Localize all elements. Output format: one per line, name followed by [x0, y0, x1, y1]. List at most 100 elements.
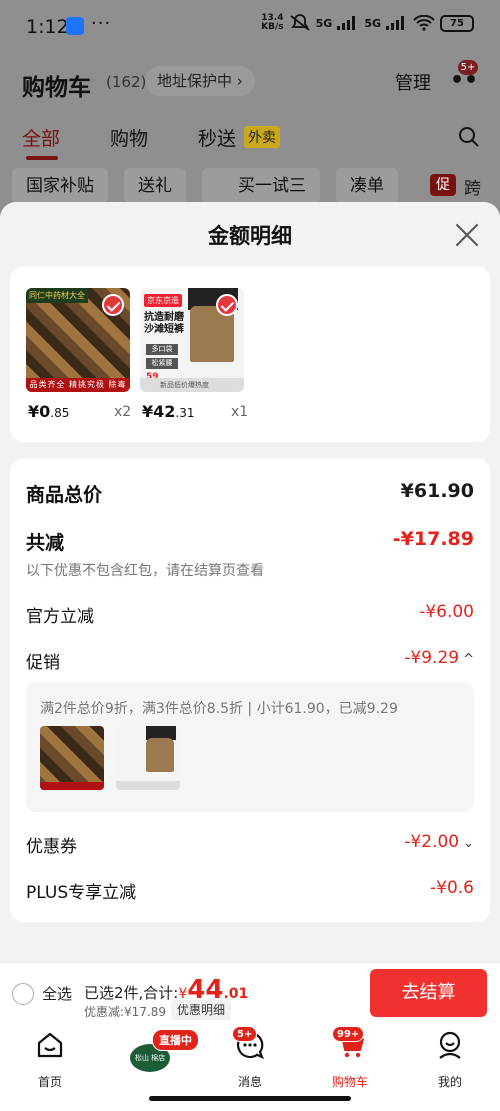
- home-icon: [37, 1032, 63, 1058]
- item-shorts[interactable]: 京东京造 抗造耐磨 沙滩短裤 多口袋 松紧腰 59 新品低价爆热度 ¥42.31…: [140, 288, 248, 421]
- tab-profile[interactable]: 我的: [410, 1030, 490, 1090]
- close-icon[interactable]: [454, 222, 480, 248]
- more-notifications-icon: ···: [91, 13, 112, 34]
- price-breakdown-card: 商品总价 ¥61.90 共减 -¥17.89 以下优惠不包含红包，请在结算页查看…: [10, 458, 490, 922]
- item-price: ¥42.31: [142, 402, 195, 421]
- profile-icon: [439, 1031, 461, 1059]
- item-price-dec: .31: [175, 406, 195, 420]
- chevron-up-icon: ^: [463, 652, 474, 667]
- sheet-title: 金额明细: [208, 224, 292, 248]
- battery-icon: 75: [440, 14, 474, 32]
- promo-item-thumb-herbs: [40, 726, 104, 790]
- selected-items-card: 同仁中药材大全 品类齐全 精挑究极 除毒量超 ¥0.85 x2 京东京造 抗造耐…: [10, 266, 490, 442]
- promo-chip-text[interactable]: 跨: [464, 174, 481, 199]
- coupon-amount: -¥2.00: [404, 832, 460, 852]
- promo-chip-icon: 促: [430, 174, 456, 196]
- net-speed: 13.4 KB/s: [261, 14, 283, 32]
- promo-label: 促销: [26, 653, 60, 673]
- promo-description: 满2件总价9折，满3件总价8.5折 | 小计61.90，已减9.29: [40, 701, 398, 717]
- reduce-label: 共减: [26, 532, 65, 554]
- tab-shopping[interactable]: 购物: [110, 124, 148, 151]
- thumb-footer: 新品低价爆热度: [140, 378, 244, 392]
- thumb-bottom-banner: 品类齐全 精挑究极 除毒量超: [26, 378, 130, 392]
- thumb-tag-1: 多口袋: [146, 344, 178, 355]
- item-price-int: ¥0: [28, 402, 51, 421]
- plus-value: -¥0.6: [430, 878, 474, 898]
- takeout-tag: 外卖: [244, 126, 280, 148]
- tab-instant[interactable]: 秒送: [198, 124, 236, 151]
- mute-icon: [290, 14, 310, 31]
- amount-detail-sheet: 金额明细 同仁中药材大全 品类齐全 精挑究极 除毒量超 ¥0.85 x2 京东京…: [0, 202, 500, 962]
- net-speed-unit: KB/s: [261, 22, 284, 32]
- promo-value: -¥9.29 ^: [404, 648, 474, 668]
- chevron-down-icon: ⌄: [463, 836, 474, 851]
- more-badge: 5+: [458, 60, 478, 75]
- checkout-bar: 全选 已选2件,合计:¥44.01 优惠减:¥17.89 优惠明细 去结算: [0, 962, 500, 1024]
- discount-detail-button[interactable]: 优惠明细: [171, 1000, 232, 1020]
- plus-label: PLUS专享立减: [26, 883, 137, 903]
- thumb-copy-line-2: 沙滩短裤: [144, 324, 184, 335]
- chip-try-three-label: 买一试三: [238, 176, 306, 196]
- thumb-copy-line-1: 抗造耐磨: [144, 312, 184, 323]
- item-price-int: ¥42: [142, 402, 176, 421]
- coupon-label: 优惠券: [26, 837, 77, 857]
- tab-home[interactable]: 首页: [10, 1030, 90, 1090]
- item-quantity: x1: [231, 404, 249, 420]
- tab-cart-label: 购物车: [331, 1075, 368, 1089]
- select-all-label[interactable]: 全选: [42, 983, 72, 1004]
- tab-home-label: 首页: [37, 1075, 62, 1089]
- search-icon[interactable]: [458, 126, 480, 148]
- item-herbs[interactable]: 同仁中药材大全 品类齐全 精挑究极 除毒量超 ¥0.85 x2: [26, 288, 131, 421]
- checkout-button[interactable]: 去结算: [370, 969, 487, 1017]
- cart-tabs: 全部 购物 秒送 外卖: [0, 122, 500, 162]
- bottom-tab-bar: 首页 松山 棉店 直播中 5+ 消息 99+ 购物车 我的: [0, 1024, 500, 1111]
- tab-profile-label: 我的: [437, 1075, 462, 1089]
- official-label: 官方立减: [26, 607, 94, 627]
- mini-thumb-banner: [40, 782, 104, 790]
- chip-bundle[interactable]: 凑单: [336, 168, 398, 204]
- thumb-tag-2: 松紧腰: [146, 358, 178, 369]
- thumb-corner-label: 同仁中药材大全: [26, 288, 88, 303]
- status-bar: 1:12 ··· 13.4 KB/s 5G 5G 75: [0, 0, 500, 56]
- live-badge: 直播中: [152, 1029, 199, 1051]
- chip-try-three[interactable]: 买一试三: [202, 168, 320, 204]
- coupon-value: -¥2.00 ⌄: [404, 832, 474, 852]
- tab-messages[interactable]: 5+ 消息: [210, 1026, 290, 1090]
- net-label-1: 5G: [315, 16, 333, 30]
- selected-check-icon: [102, 294, 124, 316]
- signal-icon: [337, 16, 359, 30]
- net-label-2: 5G: [364, 16, 381, 30]
- reduce-value: -¥17.89: [392, 528, 474, 550]
- messages-badge: 5+: [232, 1026, 258, 1042]
- total-value: ¥61.90: [400, 480, 474, 502]
- chip-gift[interactable]: 送礼: [124, 168, 186, 204]
- item-thumbnail: 京东京造 抗造耐磨 沙滩短裤 多口袋 松紧腰 59 新品低价爆热度: [140, 288, 244, 392]
- manage-button[interactable]: 管理: [395, 69, 431, 95]
- app-notification-icon: [66, 17, 84, 35]
- item-price-dec: .85: [50, 406, 70, 420]
- tab-active-indicator: [26, 156, 58, 160]
- item-quantity: x2: [114, 404, 132, 420]
- chip-national-subsidy[interactable]: 国家补贴: [12, 168, 108, 204]
- address-protection-pill[interactable]: 地址保护中 ›: [145, 66, 255, 96]
- cart-badge: 99+: [332, 1026, 365, 1042]
- tab-cart[interactable]: 99+ 购物车: [310, 1026, 390, 1090]
- wifi-icon: [413, 15, 435, 31]
- signal-icon-2: [386, 16, 408, 30]
- summary-prefix: 已选2件,合计:: [84, 984, 179, 1002]
- tab-messages-label: 消息: [237, 1075, 262, 1089]
- status-time: 1:12: [26, 16, 69, 38]
- reduce-note: 以下优惠不包含红包，请在结算页查看: [26, 563, 264, 579]
- official-value: -¥6.00: [419, 602, 474, 622]
- home-indicator[interactable]: [149, 1096, 351, 1101]
- item-price: ¥0.85: [28, 402, 69, 421]
- cart-page-background: 购物车 (162) 地址保护中 › 管理 •• 5+ 全部 购物 秒送 外卖 国…: [0, 56, 500, 216]
- cart-count: (162): [106, 73, 147, 91]
- mini-thumb-footer: [116, 781, 180, 790]
- thumb-brand: 京东京造: [144, 294, 182, 307]
- select-all-radio[interactable]: [12, 983, 34, 1005]
- mini-thumb-shorts: [146, 738, 174, 772]
- promo-amount: -¥9.29: [404, 648, 460, 668]
- item-thumbnail: 同仁中药材大全 品类齐全 精挑究极 除毒量超: [26, 288, 130, 392]
- tab-all[interactable]: 全部: [22, 124, 60, 151]
